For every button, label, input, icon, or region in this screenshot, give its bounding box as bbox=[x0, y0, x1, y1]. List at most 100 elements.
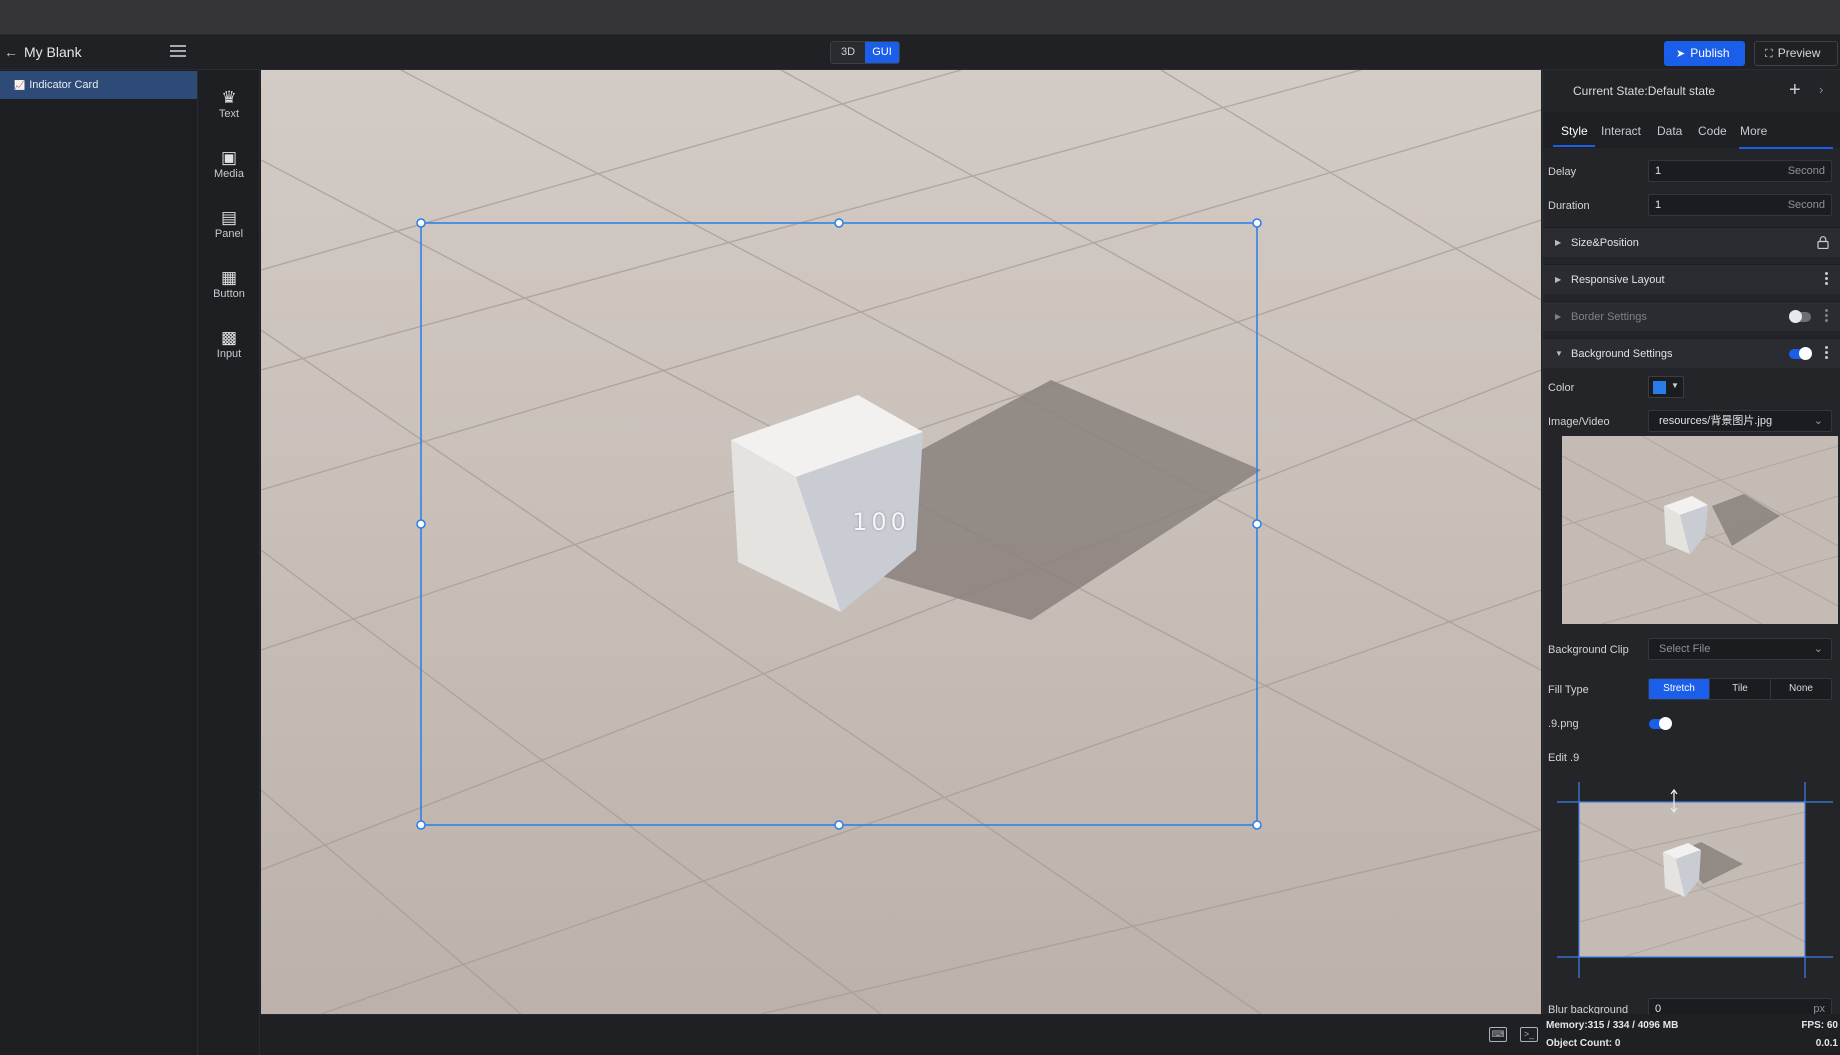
add-state-icon[interactable]: + bbox=[1789, 79, 1801, 102]
tool-text[interactable]: ♛ Text bbox=[198, 88, 260, 120]
section-title: Size&Position bbox=[1571, 237, 1639, 249]
memory-readout: Memory:315 / 334 / 4096 MB bbox=[1546, 1020, 1679, 1031]
mode-gui-button[interactable]: GUI bbox=[865, 42, 899, 63]
hamburger-menu-icon[interactable] bbox=[170, 45, 186, 59]
fps-readout: FPS: 60 bbox=[1801, 1020, 1838, 1031]
delay-input[interactable]: 1 Second bbox=[1648, 160, 1832, 182]
status-bar: ⌨ >_ bbox=[261, 1014, 1541, 1055]
background-image-preview bbox=[1562, 436, 1838, 624]
delay-label: Delay bbox=[1548, 166, 1577, 178]
tool-label: Input bbox=[216, 348, 242, 360]
fill-type-none[interactable]: None bbox=[1770, 679, 1831, 699]
editor-header: ← My Blank 3D GUI ➤ Publish ⛶ Preview bbox=[0, 35, 1840, 70]
section-responsive-layout[interactable]: ▶ Responsive Layout bbox=[1543, 264, 1840, 294]
blur-input[interactable]: 0 px bbox=[1648, 998, 1832, 1014]
chevron-down-icon: ⌄ bbox=[1813, 415, 1823, 427]
cube-value-text: 100 bbox=[852, 508, 910, 536]
color-picker[interactable]: ▼ bbox=[1648, 376, 1684, 398]
section-title: Background Settings bbox=[1571, 348, 1673, 360]
image-video-label: Image/Video bbox=[1548, 416, 1610, 428]
layer-item-indicator-card[interactable]: 📈 Indicator Card bbox=[0, 71, 197, 99]
resize-cursor-icon bbox=[1670, 788, 1678, 814]
duration-unit: Second bbox=[1787, 199, 1825, 211]
component-toolbox: ♛ Text ▣ Media ▤ Panel ▦ Button ▩ Input bbox=[198, 70, 260, 1055]
more-vertical-icon[interactable] bbox=[1825, 346, 1829, 362]
duration-value: 1 bbox=[1655, 199, 1662, 211]
background-toggle[interactable] bbox=[1789, 347, 1812, 360]
blur-unit: px bbox=[1813, 1003, 1825, 1014]
caret-right-icon: ▶ bbox=[1555, 238, 1562, 247]
active-tab-indicator bbox=[1553, 145, 1595, 147]
terminal-icon[interactable]: >_ bbox=[1520, 1027, 1538, 1042]
publish-button[interactable]: ➤ Publish bbox=[1664, 41, 1745, 66]
edit9-label: Edit .9 bbox=[1548, 752, 1580, 764]
chart-icon: 📈 bbox=[14, 80, 26, 90]
fill-type-stretch[interactable]: Stretch bbox=[1649, 679, 1709, 699]
button-icon: ▦ bbox=[220, 268, 238, 287]
image-video-select[interactable]: resources/背景图片.jpg ⌄ bbox=[1648, 410, 1832, 432]
background-clip-select[interactable]: Select File ⌄ bbox=[1648, 638, 1832, 660]
tool-label: Button bbox=[213, 288, 245, 300]
tool-panel[interactable]: ▤ Panel bbox=[198, 208, 260, 240]
nine-png-label: .9.png bbox=[1548, 718, 1579, 730]
scene-viewport[interactable]: 100 bbox=[261, 70, 1541, 1014]
border-toggle[interactable] bbox=[1789, 310, 1811, 323]
properties-tabs: Style Interact Data Code More bbox=[1543, 112, 1840, 148]
caret-down-icon: ▼ bbox=[1555, 349, 1563, 358]
tool-label: Text bbox=[218, 108, 240, 120]
delay-value: 1 bbox=[1655, 165, 1662, 177]
publish-label: Publish bbox=[1690, 46, 1730, 60]
media-icon: ▣ bbox=[220, 148, 238, 167]
properties-panel: Current State:Default state + › Style In… bbox=[1542, 70, 1840, 1014]
blur-label: Blur background bbox=[1548, 1004, 1629, 1014]
scroll-accent-bar bbox=[1739, 147, 1833, 149]
delay-unit: Second bbox=[1787, 165, 1825, 177]
image-video-value: resources/背景图片.jpg bbox=[1659, 415, 1773, 427]
section-background-settings[interactable]: ▼ Background Settings bbox=[1543, 338, 1840, 368]
tab-interact[interactable]: Interact bbox=[1601, 124, 1641, 138]
text-icon: ♛ bbox=[221, 88, 237, 107]
nine-patch-canvas bbox=[1557, 782, 1833, 978]
more-vertical-icon[interactable] bbox=[1825, 272, 1829, 288]
more-vertical-icon[interactable] bbox=[1825, 309, 1829, 325]
duration-input[interactable]: 1 Second bbox=[1648, 194, 1832, 216]
color-swatch bbox=[1653, 381, 1666, 394]
back-arrow-icon[interactable]: ← bbox=[4, 44, 20, 60]
lock-icon[interactable] bbox=[1817, 236, 1829, 249]
section-title: Border Settings bbox=[1571, 311, 1647, 323]
color-label: Color bbox=[1548, 382, 1575, 394]
panel-icon: ▤ bbox=[220, 208, 238, 227]
preview-label: Preview bbox=[1777, 46, 1821, 60]
tab-style[interactable]: Style bbox=[1561, 124, 1588, 138]
tab-more[interactable]: More bbox=[1740, 124, 1767, 138]
section-size-position[interactable]: ▶ Size&Position bbox=[1543, 227, 1840, 257]
state-selector[interactable]: Current State:Default state + › bbox=[1543, 70, 1840, 112]
fullscreen-icon: ⛶ bbox=[1765, 48, 1773, 60]
tool-input[interactable]: ▩ Input bbox=[198, 328, 260, 360]
nine-patch-editor[interactable] bbox=[1543, 782, 1840, 978]
background-clip-placeholder: Select File bbox=[1659, 643, 1711, 655]
tool-button[interactable]: ▦ Button bbox=[198, 268, 260, 300]
tool-media[interactable]: ▣ Media bbox=[198, 148, 260, 180]
section-border-settings[interactable]: ▶ Border Settings bbox=[1543, 301, 1840, 331]
fill-type-label: Fill Type bbox=[1548, 684, 1589, 696]
preview-button[interactable]: ⛶ Preview bbox=[1754, 41, 1838, 66]
tab-data[interactable]: Data bbox=[1657, 124, 1682, 138]
fill-type-segmented: Stretch Tile None bbox=[1648, 678, 1832, 700]
tab-code[interactable]: Code bbox=[1698, 124, 1727, 138]
object-count-readout: Object Count: 0 bbox=[1546, 1038, 1621, 1049]
tool-label: Media bbox=[214, 168, 244, 180]
fill-type-tile[interactable]: Tile bbox=[1709, 679, 1770, 699]
scene-canvas bbox=[261, 70, 1541, 1014]
blur-value: 0 bbox=[1655, 1003, 1662, 1014]
nine-png-toggle[interactable] bbox=[1649, 717, 1672, 730]
chevron-right-icon[interactable]: › bbox=[1819, 82, 1823, 97]
section-title: Responsive Layout bbox=[1571, 274, 1665, 286]
preview-thumbnail bbox=[1562, 436, 1838, 624]
mode-3d-button[interactable]: 3D bbox=[831, 42, 865, 63]
mode-toggle: 3D GUI bbox=[830, 41, 900, 64]
tool-label: Panel bbox=[214, 228, 244, 240]
keyboard-icon[interactable]: ⌨ bbox=[1489, 1027, 1507, 1042]
input-icon: ▩ bbox=[220, 328, 238, 347]
performance-readout: Memory:315 / 334 / 4096 MB FPS: 60 Objec… bbox=[1542, 1014, 1840, 1055]
